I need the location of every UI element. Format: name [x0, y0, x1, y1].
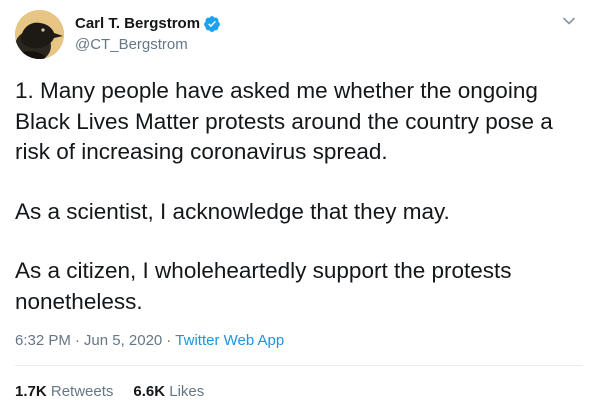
tweet-time[interactable]: 6:32 PM	[15, 332, 71, 349]
tweet-source-link[interactable]: Twitter Web App	[175, 332, 284, 349]
author-block: Carl T. Bergstrom @CT_Bergstrom	[75, 14, 221, 55]
raven-avatar-icon[interactable]	[15, 10, 64, 59]
meta-separator: ·	[166, 332, 172, 349]
retweets-label: Retweets	[50, 383, 114, 400]
author-name-row: Carl T. Bergstrom	[75, 14, 221, 34]
tweet-card: Carl T. Bergstrom @CT_Bergstrom 1. Many …	[0, 0, 598, 407]
chevron-down-icon[interactable]	[562, 14, 576, 28]
likes-stat[interactable]: 6.6K Likes	[133, 382, 204, 402]
author-handle[interactable]: @CT_Bergstrom	[75, 35, 221, 55]
likes-label: Likes	[169, 383, 205, 400]
retweets-stat[interactable]: 1.7K Retweets	[15, 382, 113, 402]
meta-separator: ·	[74, 332, 80, 349]
tweet-paragraph-1: 1. Many people have asked me whether the…	[15, 78, 553, 164]
retweets-count: 1.7K	[15, 383, 47, 400]
verified-badge-icon	[203, 15, 221, 33]
tweet-text: 1. Many people have asked me whether the…	[15, 76, 575, 317]
author-display-name[interactable]: Carl T. Bergstrom	[75, 14, 200, 34]
tweet-stats: 1.7K Retweets 6.6K Likes	[15, 382, 204, 402]
likes-count: 6.6K	[133, 383, 166, 400]
tweet-paragraph-2: As a scientist, I acknowledge that they …	[15, 198, 450, 224]
tweet-meta: 6:32 PM · Jun 5, 2020 · Twitter Web App	[15, 331, 284, 351]
tweet-paragraph-3: As a citizen, I wholeheartedly support t…	[15, 258, 512, 314]
divider	[15, 365, 583, 366]
tweet-date[interactable]: Jun 5, 2020	[84, 332, 162, 349]
